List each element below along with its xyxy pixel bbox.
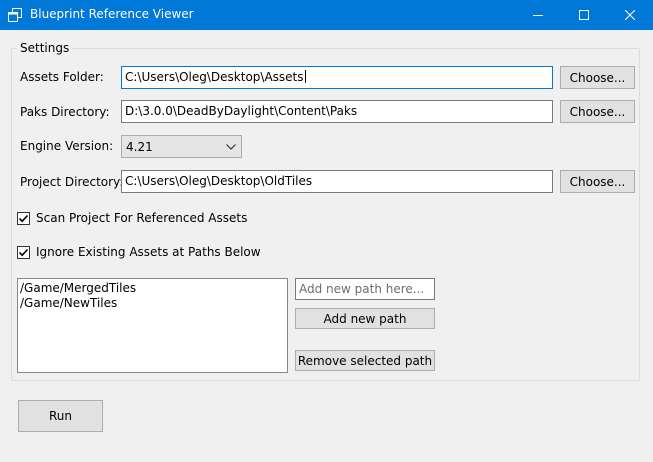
assets-folder-choose-button[interactable]: Choose...: [560, 66, 635, 89]
project-directory-choose-button[interactable]: Choose...: [560, 170, 635, 193]
maximize-button[interactable]: [561, 0, 607, 30]
remove-path-button[interactable]: Remove selected path: [295, 350, 435, 371]
project-directory-input[interactable]: C:\Users\Oleg\Desktop\OldTiles: [121, 170, 553, 193]
title-bar: Blueprint Reference Viewer: [0, 0, 653, 30]
list-item[interactable]: /Game/NewTiles: [20, 296, 285, 311]
project-directory-value: C:\Users\Oleg\Desktop\OldTiles: [125, 174, 313, 188]
paks-directory-choose-button[interactable]: Choose...: [560, 100, 635, 123]
paks-directory-value: D:\3.0.0\DeadByDaylight\Content\Paks: [125, 104, 358, 118]
checkmark-icon: [18, 214, 29, 223]
paks-directory-label: Paks Directory:: [20, 105, 110, 119]
scan-project-checkbox[interactable]: [17, 212, 30, 225]
ignore-existing-checkbox[interactable]: [17, 246, 30, 259]
assets-folder-input[interactable]: C:\Users\Oleg\Desktop\Assets: [121, 66, 553, 89]
settings-group-label: Settings: [17, 41, 73, 55]
app-window-icon: [8, 8, 22, 22]
paks-directory-input[interactable]: D:\3.0.0\DeadByDaylight\Content\Paks: [121, 100, 553, 123]
assets-folder-value: C:\Users\Oleg\Desktop\Assets: [125, 70, 304, 84]
close-icon: [625, 10, 635, 20]
minimize-icon: [533, 15, 543, 16]
ignored-paths-list[interactable]: /Game/MergedTiles /Game/NewTiles: [17, 278, 288, 373]
project-directory-label: Project Directory:: [20, 175, 124, 189]
close-button[interactable]: [607, 0, 653, 30]
engine-version-label: Engine Version:: [20, 139, 114, 153]
maximize-icon: [579, 10, 589, 20]
text-caret: [304, 70, 306, 83]
run-button[interactable]: Run: [18, 400, 103, 432]
new-path-input[interactable]: Add new path here...: [295, 278, 435, 300]
chevron-down-icon: [226, 144, 236, 150]
window-title: Blueprint Reference Viewer: [30, 7, 194, 21]
engine-version-value: 4.21: [126, 140, 153, 154]
list-item[interactable]: /Game/MergedTiles: [20, 281, 285, 296]
add-path-button[interactable]: Add new path: [295, 308, 435, 329]
scan-project-label[interactable]: Scan Project For Referenced Assets: [36, 211, 247, 225]
checkmark-icon: [18, 248, 29, 257]
ignore-existing-label[interactable]: Ignore Existing Assets at Paths Below: [36, 245, 261, 259]
engine-version-select[interactable]: 4.21: [121, 135, 242, 158]
assets-folder-label: Assets Folder:: [20, 70, 104, 84]
minimize-button[interactable]: [515, 0, 561, 30]
